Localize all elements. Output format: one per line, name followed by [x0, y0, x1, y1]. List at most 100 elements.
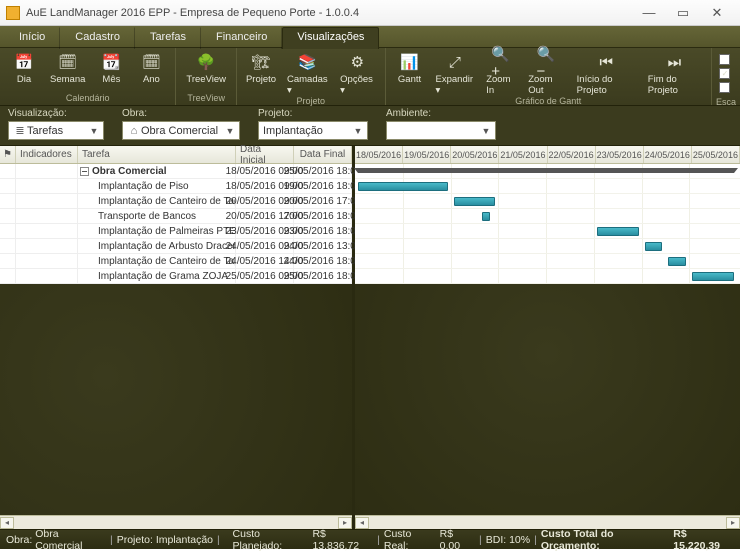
tab-cadastro[interactable]: Cadastro [60, 27, 135, 49]
gantt-task-bar[interactable] [692, 272, 734, 281]
cell-indicadores [16, 194, 78, 208]
ribbon-btn-label: Expandir ▾ [436, 74, 475, 96]
grid-body: Obra Comercial18/05/2016 09:0025/05/2016… [0, 164, 352, 284]
projeto-combo[interactable]: Implantação ▼ [258, 121, 368, 140]
cell-flag [0, 179, 16, 193]
filter-bar: Visualização: ≣ Tarefas ▼ Obra: ⌂ Obra C… [0, 106, 740, 146]
collapse-icon[interactable] [80, 167, 89, 176]
ribbon-btn-label: Zoom In [486, 74, 516, 96]
visualizacao-value: Tarefas [27, 125, 87, 137]
ribbon-btn-fim-projeto[interactable]: ⏭Fim do Projeto [642, 50, 707, 96]
gantt-task-bar[interactable] [358, 182, 448, 191]
cell-flag [0, 269, 16, 283]
status-custoplan-label: Custo Planejado: [233, 528, 310, 552]
table-row[interactable]: Implantação de Palmeiras PTEL 23/05/2016 … [0, 224, 352, 239]
maximize-button[interactable]: ▭ [666, 2, 700, 24]
obra-combo[interactable]: ⌂ Obra Comercial ▼ [122, 121, 240, 140]
tab-financeiro[interactable]: Financeiro [201, 27, 282, 49]
status-bdi-label: BDI: [486, 534, 506, 546]
ribbon-group-gráfico-de-gantt: 📊Gantt⤢Expandir ▾🔍+Zoom In🔍−Zoom Out⏮Iní… [386, 48, 712, 105]
gantt-hscrollbar[interactable]: ◂ ▸ [355, 515, 740, 529]
status-custoplan-value: R$ 13.836,72 [312, 528, 373, 552]
grid-empty-area [0, 284, 352, 515]
cell-tarefa: Implantação de Grama ZOJA [78, 269, 236, 283]
table-row[interactable]: Implantação de Grama ZOJA25/05/2016 09:0… [0, 269, 352, 284]
gantt-task-bar[interactable] [597, 227, 639, 236]
visualizacao-combo[interactable]: ≣ Tarefas ▼ [8, 121, 104, 140]
status-bdi-value: 10% [509, 534, 530, 546]
scroll-right-button[interactable]: ▸ [726, 517, 740, 529]
table-row[interactable]: Obra Comercial18/05/2016 09:0025/05/2016… [0, 164, 352, 179]
cell-tarefa: Implantação de Palmeiras PTEL [78, 224, 236, 238]
ribbon-btn-zoom-out[interactable]: 🔍−Zoom Out [522, 50, 570, 96]
ribbon-group-label: Gráfico de Gantt [390, 96, 707, 106]
cell-flag [0, 239, 16, 253]
col-data-final[interactable]: Data Final [294, 146, 352, 163]
gantt-row [355, 194, 740, 209]
ribbon-btn-inicio-projeto[interactable]: ⏮Início do Projeto [571, 50, 642, 96]
ribbon-btn-label: Ano [143, 74, 160, 85]
scroll-right-button[interactable]: ▸ [338, 517, 352, 529]
table-row[interactable]: Implantação de Canteiro de Tagetes20/05/… [0, 194, 352, 209]
gantt-row [355, 239, 740, 254]
tab-tarefas[interactable]: Tarefas [135, 27, 201, 49]
ribbon-btn-treeview[interactable]: 🌳TreeView [180, 50, 232, 93]
cell-data-final: 23/05/2016 18:00 [294, 224, 352, 238]
ribbon-check-1[interactable]: ✓ [719, 68, 730, 79]
main-tabs: InícioCadastroTarefasFinanceiroVisualiza… [0, 26, 740, 48]
cell-data-final: 24/05/2016 18:00 [294, 254, 352, 268]
cell-indicadores [16, 224, 78, 238]
ribbon-btn-zoom-in[interactable]: 🔍+Zoom In [480, 50, 522, 96]
tab-início[interactable]: Início [4, 27, 60, 49]
gantt-task-bar[interactable] [454, 197, 496, 206]
ribbon-btn-dia[interactable]: 📅Dia [4, 50, 44, 93]
minimize-button[interactable]: — [632, 2, 666, 24]
semana-icon: 🗓 [58, 52, 78, 72]
gantt-task-bar[interactable] [645, 242, 663, 251]
ribbon-btn-projeto[interactable]: 🏗Projeto [241, 50, 281, 96]
gantt-task-bar[interactable] [482, 212, 490, 221]
ribbon-btn-camadas[interactable]: 📚Camadas ▾ [281, 50, 334, 96]
cell-tarefa: Implantação de Canteiro de Tagetes [78, 194, 236, 208]
visualizacao-label: Visualização: [8, 108, 104, 119]
gantt-pane: 18/05/201619/05/201620/05/201621/05/2016… [355, 146, 740, 529]
ribbon-btn-ano[interactable]: 🗓Ano [131, 50, 171, 93]
ribbon-check-0[interactable] [719, 54, 730, 65]
ribbon-group-calendário: 📅Dia🗓Semana📆Mês🗓AnoCalendário [0, 48, 176, 105]
table-row[interactable]: Implantação de Arbusto Dracena Marginata… [0, 239, 352, 254]
cell-tarefa: Obra Comercial [78, 164, 236, 178]
table-row[interactable]: Transporte de Bancos20/05/2016 17:0020/0… [0, 209, 352, 224]
ribbon-btn-label: Fim do Projeto [648, 74, 701, 96]
tab-visualizações[interactable]: Visualizações [282, 27, 379, 49]
ribbon-btn-opcoes[interactable]: ⚙Opções ▾ [334, 50, 380, 96]
ribbon-btn-gantt[interactable]: 📊Gantt [390, 50, 430, 96]
col-flag[interactable]: ⚑ [0, 146, 16, 163]
scroll-left-button[interactable]: ◂ [355, 517, 369, 529]
scroll-left-button[interactable]: ◂ [0, 517, 14, 529]
ribbon-btn-semana[interactable]: 🗓 Semana [44, 50, 91, 93]
treeview-icon: 🌳 [196, 52, 216, 72]
col-tarefa[interactable]: Tarefa [78, 146, 236, 163]
fim-projeto-icon: ⏭ [664, 52, 684, 72]
ribbon-check-2[interactable] [719, 82, 730, 93]
table-row[interactable]: Implantação de Piso18/05/2016 09:0019/05… [0, 179, 352, 194]
cell-data-final: 25/05/2016 18:00 [294, 164, 352, 178]
cell-indicadores [16, 179, 78, 193]
status-projeto-value: Implantação [156, 534, 213, 546]
gantt-task-bar[interactable] [668, 257, 686, 266]
table-row[interactable]: Implantação de Canteiro de Tagetes24/05/… [0, 254, 352, 269]
ribbon-btn-label: Semana [50, 74, 85, 85]
col-data-inicial[interactable]: Data Inicial [236, 146, 294, 163]
col-indicadores[interactable]: Indicadores [16, 146, 78, 163]
ribbon-btn-label: Projeto [246, 74, 276, 85]
status-total-label: Custo Total do Orçamento: [541, 528, 671, 552]
grid-hscrollbar[interactable]: ◂ ▸ [0, 515, 352, 529]
status-obra-label: Obra: [6, 534, 32, 546]
gantt-summary-bar[interactable] [358, 168, 734, 173]
ribbon-btn-expandir[interactable]: ⤢Expandir ▾ [430, 50, 481, 96]
gantt-row [355, 224, 740, 239]
timeline-day: 21/05/2016 [499, 146, 547, 163]
ribbon-btn-mes[interactable]: 📆Mês [91, 50, 131, 93]
close-button[interactable]: ✕ [700, 2, 734, 24]
ambiente-combo[interactable]: ▼ [386, 121, 496, 140]
